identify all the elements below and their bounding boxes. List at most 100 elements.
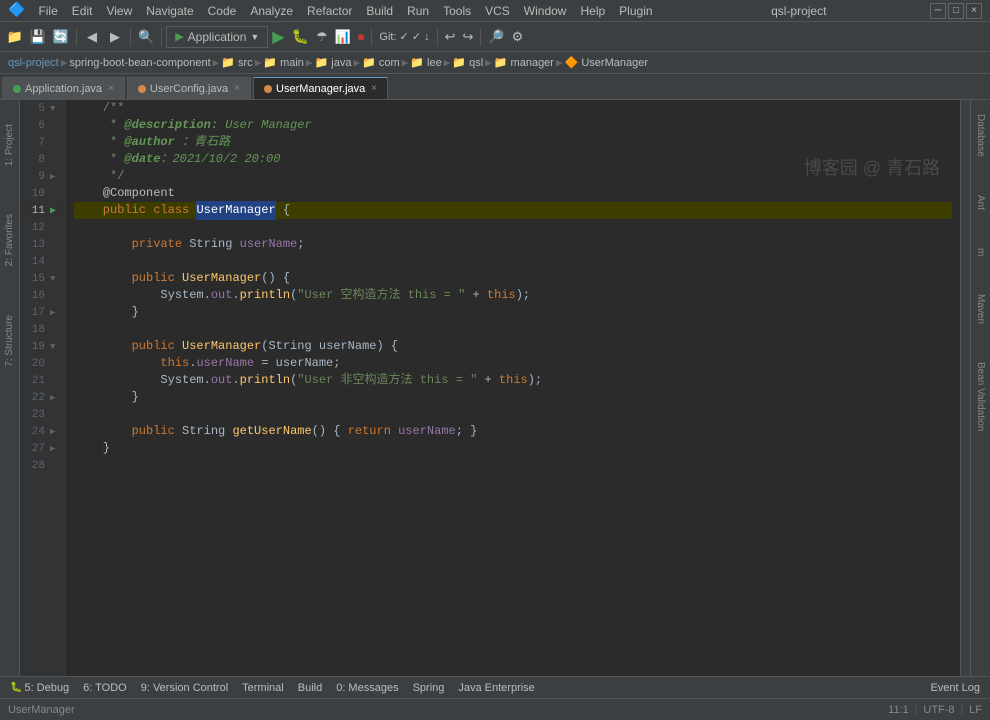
- stop-button[interactable]: ⏹: [355, 27, 368, 47]
- coverage-button[interactable]: ☂: [313, 27, 331, 47]
- gutter-line-20: 20: [20, 355, 65, 372]
- open-project-button[interactable]: 📁: [4, 26, 26, 48]
- code-line-11[interactable]: public class UserManager {: [74, 202, 952, 219]
- menu-edit[interactable]: Edit: [65, 2, 100, 20]
- status-lf: LF: [969, 704, 982, 716]
- bottom-tab-build[interactable]: Build: [292, 680, 328, 696]
- debug-tab-label: 5: Debug: [24, 682, 69, 694]
- search-everywhere-button[interactable]: 🔍: [135, 27, 157, 47]
- code-line-17[interactable]: }: [74, 304, 952, 321]
- code-line-12[interactable]: [74, 219, 952, 236]
- code-line-21[interactable]: System.out.println("User 非空构造方法 this = "…: [74, 372, 952, 389]
- code-line-13[interactable]: private String userName;: [74, 236, 952, 253]
- code-line-16[interactable]: System.out.println("User 空构造方法 this = " …: [74, 287, 952, 304]
- bottom-tab-event-log[interactable]: Event Log: [924, 680, 986, 696]
- save-button[interactable]: 💾: [27, 26, 49, 48]
- menu-run[interactable]: Run: [400, 2, 436, 20]
- breadcrumb-project[interactable]: qsl-project: [8, 57, 59, 69]
- menu-analyze[interactable]: Analyze: [243, 2, 300, 20]
- code-line-7[interactable]: * @author ：青石路: [74, 134, 952, 151]
- code-line-14[interactable]: [74, 253, 952, 270]
- breadcrumb-com[interactable]: 📁 com: [362, 56, 400, 69]
- find-button[interactable]: 🔎: [485, 27, 507, 47]
- code-line-20[interactable]: this.userName = userName;: [74, 355, 952, 372]
- forward-button[interactable]: ▶: [104, 26, 126, 48]
- code-line-15[interactable]: public UserManager() {: [74, 270, 952, 287]
- code-line-22[interactable]: }: [74, 389, 952, 406]
- run-config-icon: ▶: [175, 30, 183, 43]
- menu-vcs[interactable]: VCS: [478, 2, 517, 20]
- sync-button[interactable]: 🔄: [50, 26, 72, 48]
- breadcrumb-manager[interactable]: 📁 manager: [494, 56, 554, 69]
- minimize-button[interactable]: ─: [930, 3, 946, 19]
- run-button[interactable]: ▶: [269, 25, 287, 49]
- code-line-27[interactable]: }: [74, 440, 952, 457]
- code-line-28[interactable]: [74, 457, 952, 474]
- code-line-6[interactable]: * @description: User Manager: [74, 117, 952, 134]
- panel-database[interactable]: Database: [973, 110, 988, 161]
- tab-usermanager-label: UserManager.java: [276, 83, 365, 95]
- menu-tools[interactable]: Tools: [436, 2, 478, 20]
- menu-window[interactable]: Window: [517, 2, 574, 20]
- redo-button[interactable]: ↪: [460, 27, 477, 47]
- breadcrumb-class[interactable]: 🔶 UserManager: [565, 56, 648, 69]
- code-line-23[interactable]: [74, 406, 952, 423]
- bottom-tab-todo[interactable]: 6: TODO: [77, 680, 133, 696]
- tab-usermanager[interactable]: UserManager.java ×: [253, 77, 388, 99]
- breadcrumb-main[interactable]: 📁 main: [263, 56, 304, 69]
- code-line-8[interactable]: * @date：2021/10/2 20:00: [74, 151, 952, 168]
- bottom-tab-messages[interactable]: 0: Messages: [330, 680, 404, 696]
- editor-scrollbar[interactable]: [960, 100, 970, 676]
- debug-button[interactable]: 🐛: [289, 26, 312, 47]
- tab-application[interactable]: Application.java ×: [2, 77, 125, 99]
- code-line-24[interactable]: public String getUserName() { return use…: [74, 423, 952, 440]
- tab-userconfig-close-icon[interactable]: ×: [234, 83, 240, 94]
- bottom-tab-debug[interactable]: 🐛 5: Debug: [4, 680, 75, 696]
- close-button[interactable]: ×: [966, 3, 982, 19]
- menu-view[interactable]: View: [99, 2, 139, 20]
- breadcrumb-module[interactable]: spring-boot-bean-component: [69, 57, 210, 69]
- maximize-button[interactable]: □: [948, 3, 964, 19]
- gutter-line-19: 19 ▼: [20, 338, 65, 355]
- panel-structure[interactable]: 7: Structure: [2, 311, 17, 371]
- code-line-19[interactable]: public UserManager(String userName) {: [74, 338, 952, 355]
- undo-button[interactable]: ↩: [442, 27, 459, 47]
- panel-bean-validation[interactable]: Bean Validation: [973, 358, 988, 435]
- menu-refactor[interactable]: Refactor: [300, 2, 359, 20]
- tab-application-close-icon[interactable]: ×: [108, 83, 114, 94]
- panel-favorites[interactable]: 2: Favorites: [2, 210, 17, 270]
- gutter-line-10: 10: [20, 185, 65, 202]
- bottom-tab-version-control[interactable]: 9: Version Control: [135, 680, 234, 696]
- back-button[interactable]: ◀: [81, 26, 103, 48]
- panel-project[interactable]: 1: Project: [2, 120, 17, 170]
- git-status-button[interactable]: Git: ✓ ✓ ↓: [376, 28, 432, 45]
- menu-navigate[interactable]: Navigate: [139, 2, 200, 20]
- run-config-dropdown[interactable]: ▶ Application ▼: [166, 26, 268, 48]
- code-line-18[interactable]: [74, 321, 952, 338]
- menu-build[interactable]: Build: [359, 2, 400, 20]
- profiler-button[interactable]: 📊: [332, 27, 354, 47]
- breadcrumb-sep-4: ▶: [306, 56, 313, 70]
- bottom-tab-spring[interactable]: Spring: [407, 680, 451, 696]
- menu-code[interactable]: Code: [201, 2, 244, 20]
- menu-help[interactable]: Help: [573, 2, 612, 20]
- code-line-9[interactable]: */: [74, 168, 952, 185]
- panel-m[interactable]: m: [973, 244, 988, 260]
- menu-plugin[interactable]: Plugin: [612, 2, 659, 20]
- code-line-10[interactable]: @Component: [74, 185, 952, 202]
- bottom-tab-terminal[interactable]: Terminal: [236, 680, 290, 696]
- tab-usermanager-close-icon[interactable]: ×: [371, 83, 377, 94]
- gutter-line-27: 27 ▶: [20, 440, 65, 457]
- breadcrumb-src[interactable]: 📁 src: [221, 56, 252, 69]
- bottom-tab-java-enterprise[interactable]: Java Enterprise: [452, 680, 540, 696]
- settings-button[interactable]: ⚙: [509, 27, 527, 47]
- breadcrumb-lee[interactable]: 📁 lee: [410, 56, 441, 69]
- code-line-5[interactable]: /**: [74, 100, 952, 117]
- code-editor[interactable]: 博客园 @ 青石路 /** * @description: User Manag…: [66, 100, 960, 676]
- breadcrumb-java[interactable]: 📁 java: [315, 56, 352, 69]
- tab-userconfig[interactable]: UserConfig.java ×: [127, 77, 251, 99]
- panel-ant[interactable]: Ant: [973, 191, 988, 214]
- breadcrumb-qsl[interactable]: 📁 qsl: [452, 56, 483, 69]
- panel-maven[interactable]: Maven: [973, 290, 988, 328]
- menu-file[interactable]: File: [31, 2, 64, 20]
